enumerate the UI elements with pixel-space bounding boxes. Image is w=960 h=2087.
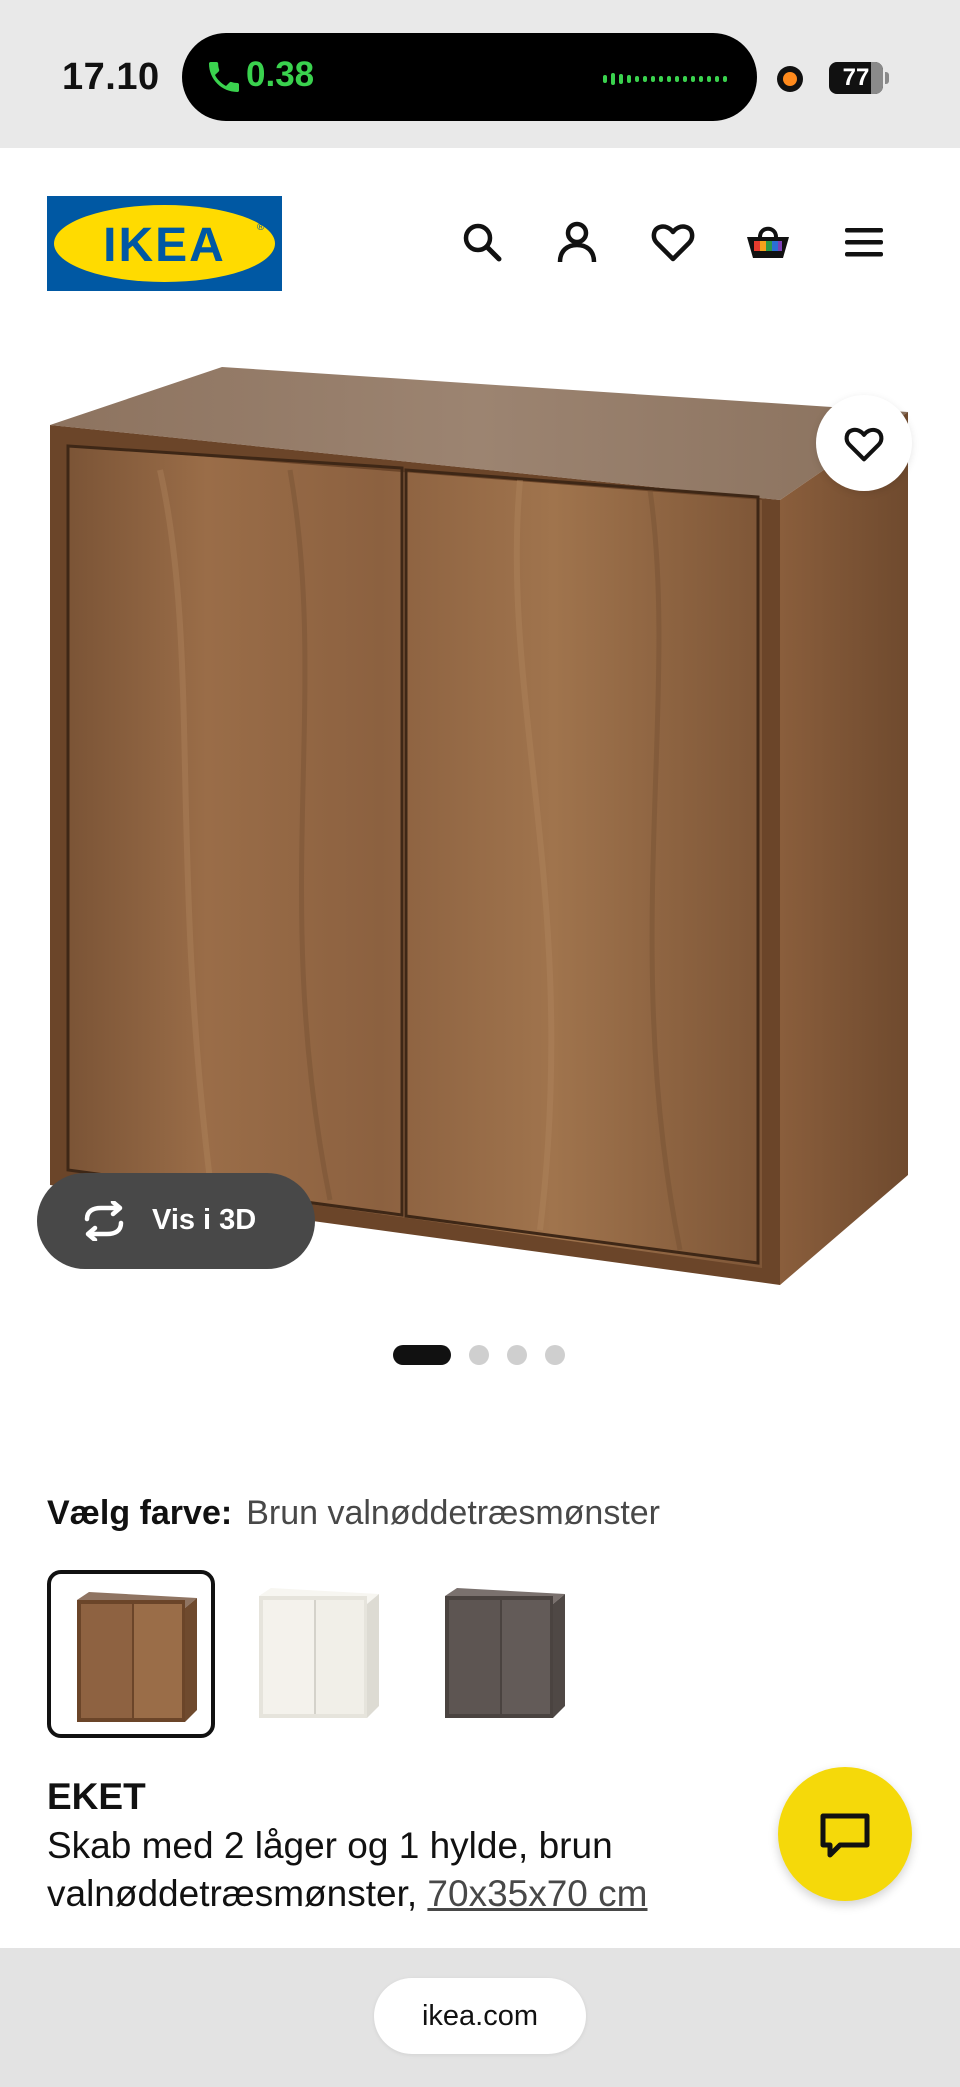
- ikea-logo[interactable]: IKEA ®: [47, 196, 282, 291]
- battery-icon: 77: [829, 62, 883, 94]
- product-name: EKET: [47, 1776, 146, 1817]
- gallery-dot[interactable]: [393, 1345, 451, 1365]
- heart-icon: [844, 427, 884, 462]
- dynamic-island-call[interactable]: 0.38: [182, 33, 757, 121]
- swatch-image: [259, 1588, 379, 1718]
- phone-icon: [209, 62, 239, 92]
- chat-icon: [820, 1813, 870, 1858]
- mic-indicator-icon: [777, 66, 803, 92]
- status-time: 17.10: [62, 56, 160, 98]
- product-image-cabinet: [50, 367, 908, 1285]
- color-label: Vælg farve:: [47, 1494, 233, 1532]
- gallery-dot[interactable]: [507, 1345, 527, 1365]
- gallery-dot[interactable]: [545, 1345, 565, 1365]
- product-image-gallery[interactable]: [0, 340, 960, 1300]
- selected-color-value: Brun valnøddetræsmønster: [246, 1494, 660, 1532]
- gallery-dot[interactable]: [469, 1345, 489, 1365]
- heart-icon[interactable]: [649, 218, 697, 266]
- color-option-dark-grey[interactable]: [419, 1570, 587, 1738]
- account-icon[interactable]: [553, 218, 601, 266]
- basket-icon[interactable]: [744, 218, 792, 266]
- color-selector-label: Vælg farve: Brun valnøddetræsmønster: [47, 1494, 660, 1533]
- browser-bottom-bar: ikea.com: [0, 1948, 960, 2087]
- product-size-link[interactable]: 70x35x70 cm: [427, 1873, 647, 1914]
- chat-button[interactable]: [778, 1767, 912, 1901]
- logo-wordmark: IKEA: [103, 219, 226, 272]
- swatch-image: [77, 1592, 197, 1722]
- color-option-white[interactable]: [233, 1570, 401, 1738]
- call-duration: 0.38: [246, 55, 315, 94]
- audio-waveform-icon: [603, 73, 727, 85]
- view-in-3d-label: Vis i 3D: [152, 1204, 257, 1236]
- menu-icon[interactable]: [840, 218, 888, 266]
- gallery-pagination: [393, 1344, 565, 1366]
- product-description: Skab med 2 låger og 1 hylde, brun valnød…: [47, 1822, 747, 1918]
- color-option-brown-walnut[interactable]: [47, 1570, 215, 1738]
- status-bar: 17.10 0.38 77: [0, 0, 960, 148]
- address-bar[interactable]: ikea.com: [374, 1978, 586, 2054]
- add-to-favourites-button[interactable]: [816, 395, 912, 491]
- swatch-image: [445, 1588, 565, 1718]
- rotate-3d-icon: [84, 1201, 124, 1241]
- search-icon[interactable]: [458, 218, 506, 266]
- battery-level: 77: [842, 64, 870, 91]
- view-in-3d-button[interactable]: Vis i 3D: [37, 1173, 315, 1269]
